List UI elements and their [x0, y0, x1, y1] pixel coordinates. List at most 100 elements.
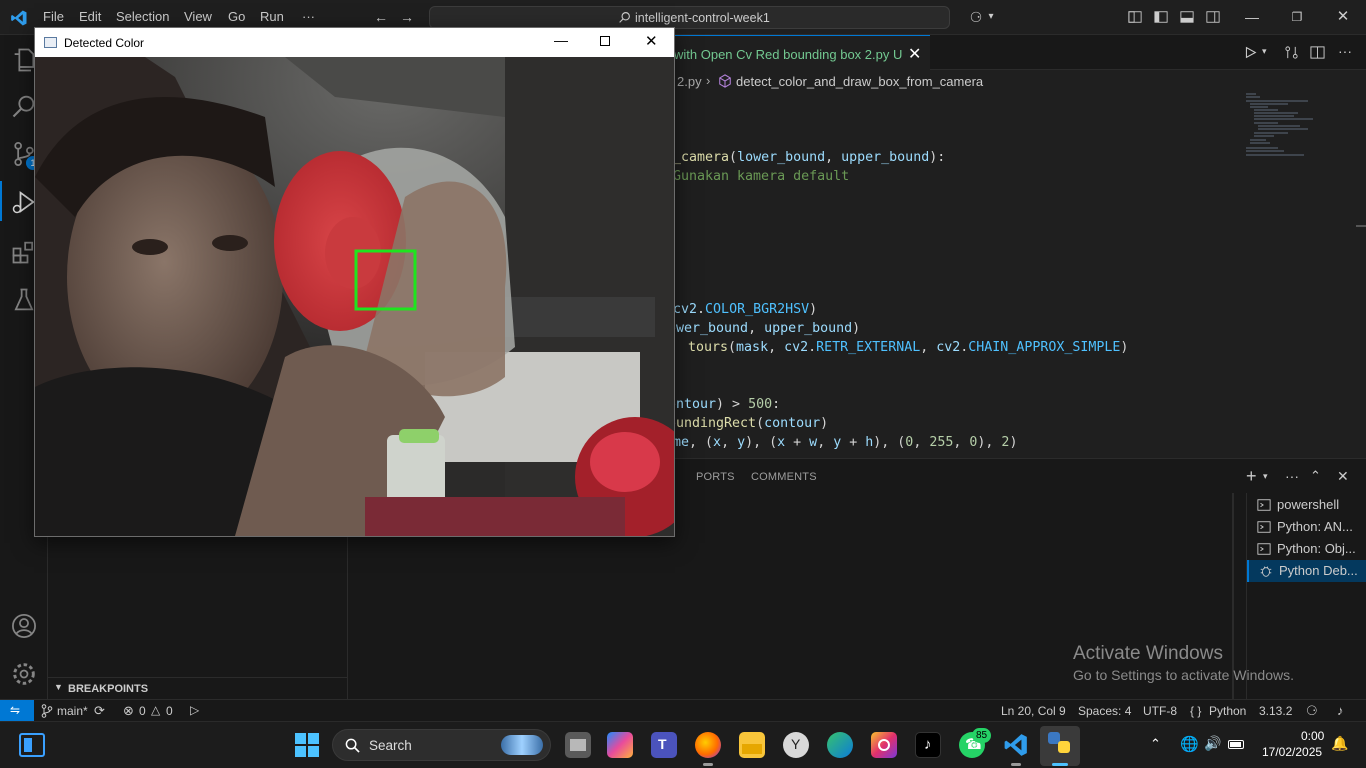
- menu-file[interactable]: File: [43, 9, 64, 24]
- code-line-draw: me, (x, y), (x + w, y + h), (0, 255, 0),…: [673, 435, 1017, 454]
- new-terminal-icon[interactable]: +: [1246, 466, 1257, 487]
- clock-app-icon[interactable]: Y: [783, 732, 809, 758]
- toggle-panel-icon[interactable]: [1180, 10, 1194, 24]
- more-actions-icon[interactable]: ···: [1285, 468, 1299, 484]
- terminal-python-debug[interactable]: Python Deb...: [1247, 560, 1366, 582]
- clock-time[interactable]: 0:00: [1301, 729, 1324, 743]
- split-editor-icon[interactable]: [1310, 45, 1325, 60]
- python-app-active[interactable]: [1040, 726, 1080, 766]
- cursor-position[interactable]: Ln 20, Col 9: [1001, 704, 1066, 718]
- code-token: (: [729, 150, 738, 165]
- tab-ports[interactable]: PORTS: [696, 471, 735, 483]
- instagram-icon[interactable]: [871, 732, 897, 758]
- language-globe-icon[interactable]: 🌐: [1180, 735, 1199, 753]
- code-token: (: [756, 416, 765, 431]
- taskbar-search[interactable]: Search: [332, 729, 551, 761]
- forward-arrow-icon[interactable]: →: [399, 9, 415, 25]
- layout-panels-icon[interactable]: [1128, 10, 1142, 24]
- terminal-python-an[interactable]: Python: AN...: [1247, 516, 1366, 538]
- menu-run[interactable]: Run: [260, 9, 284, 24]
- search-icon: [345, 738, 360, 753]
- method-symbol-icon: [719, 74, 731, 88]
- menu-more[interactable]: ···: [302, 9, 315, 24]
- breadcrumb-file[interactable]: 2.py: [677, 74, 702, 89]
- terminal-powershell[interactable]: powershell: [1247, 494, 1366, 516]
- chevron-up-icon[interactable]: ⌃: [1150, 736, 1161, 752]
- chevron-down-icon[interactable]: ▾: [1263, 471, 1268, 482]
- debug-target-icon[interactable]: ▷: [190, 703, 199, 717]
- branch-icon: [41, 704, 53, 718]
- running-indicator: [1011, 763, 1021, 766]
- file-explorer-icon[interactable]: [739, 732, 765, 758]
- command-center[interactable]: intelligent-control-week1: [429, 6, 950, 29]
- code-token: .: [697, 302, 706, 317]
- menu-view[interactable]: View: [184, 9, 212, 24]
- branch-name[interactable]: main*: [57, 704, 88, 718]
- run-file-icon[interactable]: [1244, 46, 1257, 59]
- battery-icon[interactable]: [1228, 740, 1244, 749]
- widgets-icon[interactable]: [19, 733, 45, 757]
- minimize-icon[interactable]: —: [1244, 9, 1260, 25]
- cv-window-titlebar[interactable]: Detected Color — ✕: [35, 28, 674, 57]
- code-token: _camera: [673, 150, 730, 165]
- account-icon[interactable]: [10, 612, 38, 640]
- code-token: RETR_EXTERNAL: [816, 340, 921, 355]
- encoding[interactable]: UTF-8: [1143, 704, 1177, 718]
- menu-selection[interactable]: Selection: [116, 9, 169, 24]
- minimap-slider[interactable]: [1356, 225, 1366, 227]
- notifications-bell-icon[interactable]: ♪: [1337, 703, 1344, 718]
- warning-icon[interactable]: △: [151, 703, 160, 717]
- tab-comments[interactable]: COMMENTS: [751, 471, 817, 483]
- breakpoints-header[interactable]: ▼ BREAKPOINTS: [48, 677, 348, 699]
- code-token: oundingRect: [668, 416, 757, 431]
- sync-icon[interactable]: ⟳: [94, 703, 105, 719]
- teams-icon[interactable]: T: [651, 732, 677, 758]
- minimap[interactable]: [1238, 92, 1366, 458]
- edge-icon[interactable]: [827, 732, 853, 758]
- copilot-app-icon[interactable]: [607, 732, 633, 758]
- volume-icon[interactable]: 🔊: [1204, 735, 1221, 752]
- indentation[interactable]: Spaces: 4: [1078, 704, 1131, 718]
- language-mode[interactable]: Python: [1209, 704, 1246, 718]
- maximize-icon[interactable]: [600, 36, 610, 46]
- copilot-icon[interactable]: ⚆: [1306, 703, 1318, 719]
- terminal-python-obj[interactable]: Python: Obj...: [1247, 538, 1366, 560]
- remote-button[interactable]: ⇋: [0, 700, 34, 722]
- code-token: .: [808, 340, 817, 355]
- firefox-icon[interactable]: [695, 732, 721, 758]
- code-token: ,: [721, 435, 738, 450]
- vscode-taskbar-icon[interactable]: [1003, 732, 1029, 758]
- maximize-panel-icon[interactable]: ⌃: [1310, 468, 1321, 484]
- back-arrow-icon[interactable]: ←: [373, 9, 389, 25]
- chevron-down-icon[interactable]: ▾: [983, 9, 999, 25]
- breadcrumb-symbol[interactable]: detect_color_and_draw_box_from_camera: [736, 74, 983, 89]
- tiktok-icon[interactable]: ♪: [915, 732, 941, 758]
- python-version[interactable]: 3.13.2: [1259, 704, 1292, 718]
- compare-changes-icon[interactable]: [1284, 45, 1299, 60]
- clock-date[interactable]: 17/02/2025: [1262, 745, 1322, 759]
- minimize-icon[interactable]: —: [554, 32, 568, 48]
- code-token: y: [737, 435, 746, 450]
- close-icon[interactable]: ✕: [645, 32, 658, 50]
- manage-gear-icon[interactable]: [10, 660, 38, 688]
- menu-edit[interactable]: Edit: [79, 9, 101, 24]
- tab-close-icon[interactable]: ✕: [908, 44, 921, 64]
- language-braces[interactable]: { }: [1190, 704, 1201, 718]
- close-panel-icon[interactable]: ✕: [1337, 468, 1349, 485]
- error-count[interactable]: 0: [139, 704, 146, 718]
- menu-go[interactable]: Go: [228, 9, 245, 24]
- error-icon[interactable]: ⊗: [123, 703, 134, 719]
- code-token: +: [841, 435, 866, 450]
- toggle-sidebar-icon[interactable]: [1154, 10, 1168, 24]
- run-chevron-icon[interactable]: ▾: [1262, 46, 1267, 57]
- restore-icon[interactable]: ❐: [1289, 9, 1305, 25]
- toggle-secondary-sidebar-icon[interactable]: [1206, 10, 1220, 24]
- windows-start-icon[interactable]: [295, 733, 319, 757]
- code-token: x: [713, 435, 722, 450]
- task-view-icon[interactable]: [565, 732, 591, 758]
- warning-count[interactable]: 0: [166, 704, 173, 718]
- close-window-icon[interactable]: ✕: [1335, 9, 1351, 25]
- detected-color-window[interactable]: Detected Color — ✕: [34, 27, 675, 537]
- notification-bell-icon[interactable]: 🔔: [1331, 735, 1348, 752]
- more-actions-icon[interactable]: ···: [1338, 43, 1352, 59]
